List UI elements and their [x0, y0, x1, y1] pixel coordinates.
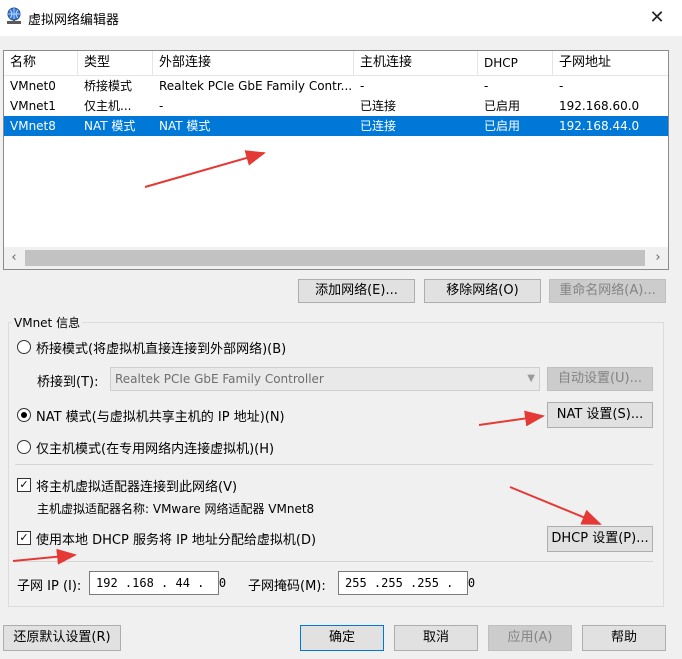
close-icon[interactable]: ✕ [646, 6, 668, 28]
row-name: VMnet0 [10, 79, 56, 93]
row-dhcp: 已启用 [484, 119, 521, 133]
row-subnet: 192.168.44.0 [559, 119, 640, 133]
row-dhcp: 已启用 [484, 99, 521, 113]
subnet-ip-label: 子网 IP (I): [17, 579, 82, 594]
window-title: 虚拟网络编辑器 [28, 13, 120, 28]
dhcp-settings-button[interactable]: DHCP 设置(P)... [547, 526, 653, 552]
chevron-down-icon: ▼ [527, 373, 535, 384]
bridged-mode-radio[interactable] [17, 340, 31, 354]
subnet-mask-label: 子网掩码(M): [248, 579, 326, 594]
bridged-to-select[interactable]: Realtek PCIe GbE Family Controller ▼ [110, 367, 540, 391]
apply-button[interactable]: 应用(A) [488, 625, 572, 651]
use-local-dhcp-label[interactable]: 使用本地 DHCP 服务将 IP 地址分配给虚拟机(D) [36, 529, 316, 548]
ok-button[interactable]: 确定 [300, 625, 384, 651]
row-host: 已连接 [360, 119, 397, 133]
row-external: - [159, 99, 164, 113]
subnet-ip-input[interactable]: 192 .168 . 44 . 0 [89, 571, 226, 595]
column-header-name[interactable]: 名称 [4, 51, 78, 75]
row-name: VMnet8 [10, 119, 56, 133]
use-local-dhcp-checkbox[interactable]: ✓ [17, 531, 31, 545]
connect-host-adapter-label[interactable]: 将主机虚拟适配器连接到此网络(V) [36, 476, 237, 495]
separator [15, 561, 653, 562]
network-list[interactable]: 名称 类型 外部连接 主机连接 DHCP 子网地址 VMnet0 桥接模式 Re… [3, 50, 669, 270]
bridged-mode-label[interactable]: 桥接模式(将虚拟机直接连接到外部网络)(B) [36, 338, 286, 357]
row-host: 已连接 [360, 99, 397, 113]
cancel-button[interactable]: 取消 [394, 625, 478, 651]
row-host: - [360, 79, 365, 93]
column-header-dhcp[interactable]: DHCP [478, 51, 553, 75]
network-globe-icon [4, 6, 24, 26]
nat-mode-label[interactable]: NAT 模式(与虚拟机共享主机的 IP 地址)(N) [36, 406, 285, 425]
auto-settings-button[interactable]: 自动设置(U)... [547, 367, 653, 391]
row-subnet: - [559, 79, 564, 93]
subnet-mask-input[interactable]: 255 .255 .255 . 0 [338, 571, 475, 595]
host-only-mode-label[interactable]: 仅主机模式(在专用网络内连接虚拟机)(H) [36, 438, 274, 457]
table-row-selected[interactable]: VMnet8 NAT 模式 NAT 模式 已连接 已启用 192.168.44.… [4, 116, 668, 136]
table-row[interactable]: VMnet0 桥接模式 Realtek PCIe GbE Family Cont… [4, 76, 668, 96]
scrollbar-thumb[interactable] [25, 250, 645, 266]
rename-network-button[interactable]: 重命名网络(A)... [549, 279, 666, 303]
row-type: 桥接模式 [84, 79, 133, 93]
row-dhcp: - [484, 79, 489, 93]
horizontal-scrollbar[interactable]: ‹ › [4, 247, 668, 269]
table-row[interactable]: VMnet1 仅主机... - 已连接 已启用 192.168.60.0 [4, 96, 668, 116]
connect-host-adapter-checkbox[interactable]: ✓ [17, 478, 31, 492]
title-bar: 虚拟网络编辑器 ✕ [0, 0, 682, 36]
bridged-to-label: 桥接到(T): [37, 375, 99, 390]
column-header-external[interactable]: 外部连接 [153, 51, 354, 75]
column-header-subnet[interactable]: 子网地址 [553, 51, 668, 75]
nat-settings-button[interactable]: NAT 设置(S)... [547, 402, 653, 428]
nat-mode-radio[interactable] [17, 408, 31, 422]
row-subnet: 192.168.60.0 [559, 99, 640, 113]
bridged-to-value: Realtek PCIe GbE Family Controller [115, 372, 324, 386]
remove-network-button[interactable]: 移除网络(O) [424, 279, 541, 303]
column-header-host[interactable]: 主机连接 [354, 51, 478, 75]
help-button[interactable]: 帮助 [582, 625, 666, 651]
scroll-left-icon[interactable]: ‹ [4, 247, 24, 269]
scroll-right-icon[interactable]: › [648, 247, 668, 269]
row-type: NAT 模式 [84, 119, 136, 133]
row-name: VMnet1 [10, 99, 56, 113]
list-header: 名称 类型 外部连接 主机连接 DHCP 子网地址 [4, 51, 668, 76]
row-type: 仅主机... [84, 99, 132, 113]
restore-defaults-button[interactable]: 还原默认设置(R) [3, 625, 121, 651]
host-adapter-name: 主机虚拟适配器名称: VMware 网络适配器 VMnet8 [37, 502, 315, 516]
row-external: NAT 模式 [159, 119, 211, 133]
row-external: Realtek PCIe GbE Family Contr... [159, 79, 353, 93]
vmnet-info-label: VMnet 信息 [12, 314, 83, 331]
separator [15, 464, 653, 465]
host-only-mode-radio[interactable] [17, 440, 31, 454]
column-header-type[interactable]: 类型 [78, 51, 153, 75]
add-network-button[interactable]: 添加网络(E)... [298, 279, 415, 303]
